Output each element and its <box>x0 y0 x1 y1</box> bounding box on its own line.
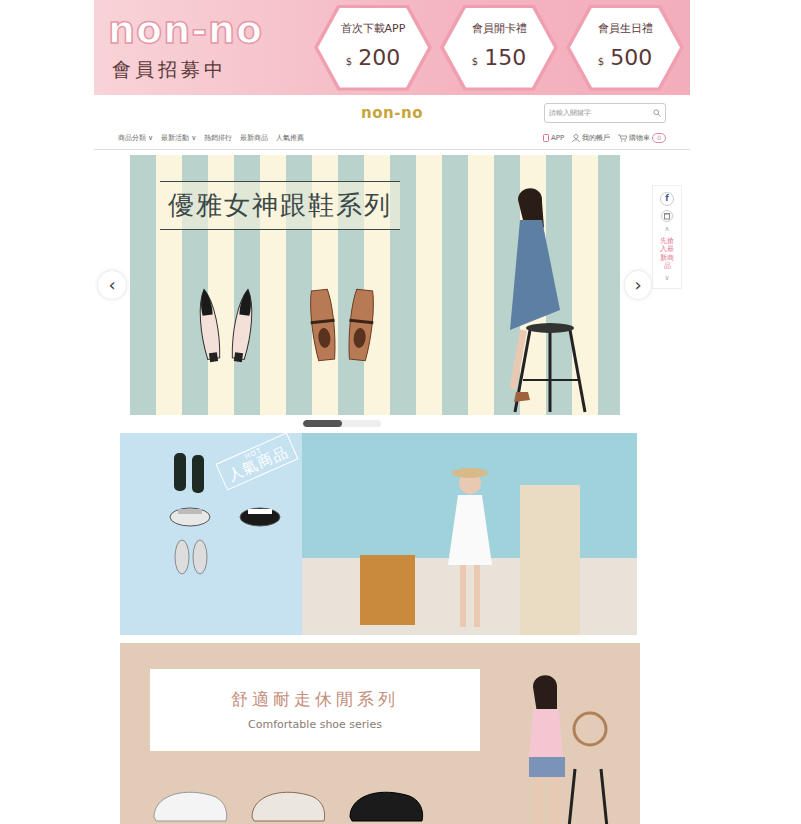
model-photo-icon <box>360 445 580 635</box>
page: non-no 會員招募中 首次下載APP $200 會員開卡禮 $150 會員生日禮 $500… <box>94 0 690 824</box>
facebook-button[interactable]: f <box>660 192 674 206</box>
site-header: non-no商品分類∨最新活動∨熱銷排行最新商品人氣推薦APP我的帳戶購物車0 <box>94 95 690 150</box>
maryjane-shoe-icon <box>346 286 376 364</box>
offer-value: 200 <box>358 41 400 74</box>
offer-label: 首次下載APP <box>341 21 406 38</box>
series-model <box>480 669 640 824</box>
offer-currency: $ <box>598 54 604 69</box>
indicator-dot[interactable] <box>303 420 342 427</box>
promo-logo: non-no <box>108 11 263 51</box>
nav-item[interactable]: 最新商品 <box>240 133 268 144</box>
sneaker-shoe-icon <box>346 777 426 824</box>
offer-amount: $200 <box>346 41 400 74</box>
maryjane-shoe-icon <box>308 286 338 364</box>
series-subtitle: Comfortable shoe series <box>248 717 382 734</box>
prev-button[interactable]: ‹ <box>97 270 127 300</box>
link-label: 我的帳戶 <box>582 133 610 144</box>
lifestyle-photo[interactable] <box>302 433 637 635</box>
user-icon <box>572 134 580 142</box>
offer-value: 500 <box>610 41 652 74</box>
header-nav: 商品分類∨最新活動∨熱銷排行最新商品人氣推薦APP我的帳戶購物車0 <box>118 131 666 145</box>
featured-row: HOT人氣商品 <box>120 433 690 635</box>
offer-label: 會員開卡禮 <box>472 21 527 38</box>
offer-currency: $ <box>346 54 352 69</box>
hero-shoes <box>160 286 470 364</box>
indicator-dot[interactable] <box>342 420 381 427</box>
sneaker-shoe-icon <box>160 503 220 529</box>
sandal-shoe-icon <box>230 503 290 529</box>
nav-item[interactable]: 最新活動∨ <box>161 133 196 144</box>
sneaker-shoe-icon <box>248 777 328 824</box>
pump-shoe-icon <box>196 286 222 364</box>
series-content: 舒適耐走休閒系列 Comfortable shoe series <box>150 669 480 824</box>
hot-products-panel[interactable]: HOT人氣商品 <box>120 433 302 635</box>
maryjane-pair <box>308 286 376 364</box>
nav-label: 熱銷排行 <box>204 133 232 144</box>
link-label: 購物車 <box>629 133 650 144</box>
scroll-down-button[interactable]: ∨ <box>664 275 669 282</box>
offer-list: 首次下載APP $200 會員開卡禮 $150 會員生日禮 $500 <box>314 5 690 91</box>
indicator-track <box>303 420 381 427</box>
cart-badge: 0 <box>652 133 666 143</box>
scroll-up-button[interactable]: ∧ <box>664 226 669 233</box>
offer-label: 會員生日禮 <box>598 21 653 38</box>
account-link[interactable]: 我的帳戶 <box>572 133 610 144</box>
site-logo[interactable]: non-no <box>361 102 423 125</box>
series-shoes <box>150 777 480 824</box>
nav-label: 人氣推薦 <box>276 133 304 144</box>
offer-currency: $ <box>472 54 478 69</box>
nav-label: 商品分類 <box>118 133 146 144</box>
next-button[interactable]: › <box>624 270 652 300</box>
promo-banner[interactable]: non-no 會員招募中 首次下載APP $200 會員開卡禮 $150 會員生日禮 $500 <box>94 0 690 95</box>
nav-menu: 商品分類∨最新活動∨熱銷排行最新商品人氣推薦 <box>118 133 304 144</box>
side-widget: f ∧ 先搶入最新商品 ∨ <box>652 185 682 289</box>
header-top: non-no <box>118 95 666 131</box>
nav-label: 最新商品 <box>240 133 268 144</box>
sneaker-shoe-icon <box>150 777 230 824</box>
hero-model <box>470 155 620 415</box>
sandal-shoe-icon <box>160 451 220 495</box>
nav-label: 最新活動 <box>161 133 189 144</box>
next-column: › <box>620 155 652 415</box>
hero-banner[interactable]: 優雅女神跟鞋系列 <box>130 155 620 415</box>
promo-brand: non-no 會員招募中 <box>108 11 304 83</box>
nav-item[interactable]: 熱銷排行 <box>204 133 232 144</box>
new-arrivals-link[interactable]: 先搶入最新商品 <box>660 237 674 271</box>
prev-column: ‹ <box>94 155 130 415</box>
dropdown-caret: ∨ <box>191 133 196 144</box>
series-banner[interactable]: 舒適耐走休閒系列 Comfortable shoe series <box>120 643 640 824</box>
hot-stamp: HOT人氣商品 <box>215 433 298 491</box>
model-photo-icon <box>505 669 615 824</box>
offer-badge[interactable]: 首次下載APP $200 <box>314 5 432 91</box>
phone-icon <box>543 134 549 142</box>
link-label: APP <box>551 133 564 144</box>
account-links: APP我的帳戶購物車0 <box>543 133 666 144</box>
hero-content: 優雅女神跟鞋系列 <box>130 155 470 415</box>
offer-value: 150 <box>484 41 526 74</box>
series-heading: 舒適耐走休閒系列 Comfortable shoe series <box>150 669 480 751</box>
search-input[interactable] <box>549 106 653 121</box>
hero-section: ‹ 優雅女神跟鞋系列 › f ∧ 先搶入最新商品 ∨ <box>94 155 690 415</box>
dropdown-caret: ∨ <box>148 133 153 144</box>
offer-badge[interactable]: 會員生日禮 $500 <box>566 5 684 91</box>
nav-item[interactable]: 人氣推薦 <box>276 133 304 144</box>
series-title: 舒適耐走休閒系列 <box>231 687 399 713</box>
offer-badge[interactable]: 會員開卡禮 $150 <box>440 5 558 91</box>
search-icon[interactable] <box>653 109 661 117</box>
model-photo-icon <box>490 180 600 415</box>
nav-item[interactable]: 商品分類∨ <box>118 133 153 144</box>
pump-pair <box>196 286 256 364</box>
search-box[interactable] <box>544 103 666 123</box>
hero-title: 優雅女神跟鞋系列 <box>160 181 400 230</box>
sneaker-shoe-icon <box>160 537 220 577</box>
carousel-indicators <box>94 420 690 427</box>
pump-shoe-icon <box>230 286 256 364</box>
promo-title: 會員招募中 <box>108 55 227 84</box>
account-link[interactable]: 購物車0 <box>618 133 666 144</box>
share-icon[interactable] <box>661 210 673 222</box>
cart-icon <box>618 134 627 142</box>
account-link[interactable]: APP <box>543 133 564 144</box>
offer-amount: $500 <box>598 41 652 74</box>
offer-amount: $150 <box>472 41 526 74</box>
